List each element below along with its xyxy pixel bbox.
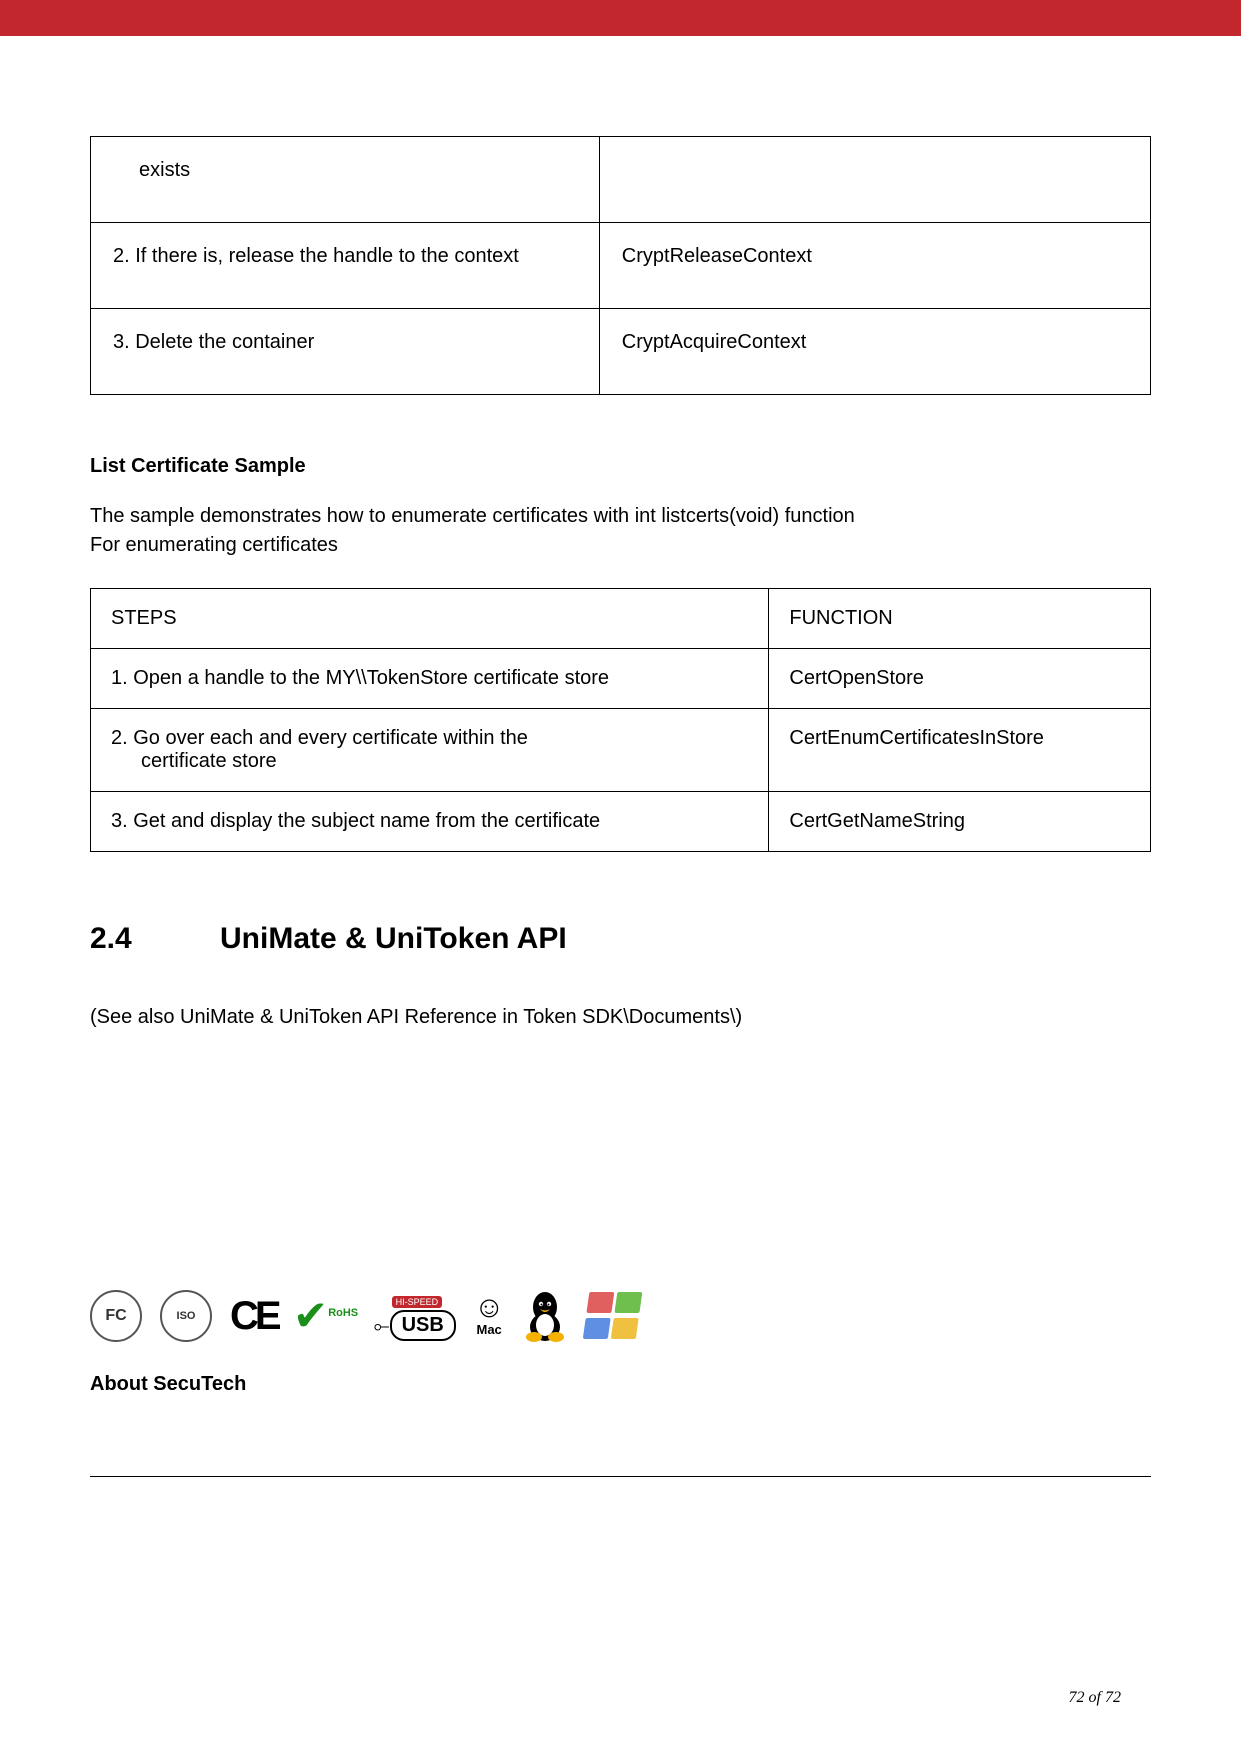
- cell-line: 2. Go over each and every certificate wi…: [111, 727, 528, 749]
- cell-func: CryptAcquireContext: [599, 309, 1150, 395]
- section-title: UniMate & UniToken API: [220, 922, 567, 955]
- cell-step: 1. Open a handle to the MY\\TokenStore c…: [91, 649, 769, 709]
- check-icon: ✔: [293, 1303, 328, 1328]
- page: exists 2. If there is, release the handl…: [0, 0, 1241, 1755]
- table-listcert: STEPS FUNCTION 1. Open a handle to the M…: [90, 588, 1151, 852]
- footer-rule: [90, 1476, 1151, 1477]
- cell-step: exists: [91, 137, 600, 223]
- cell-func: [599, 137, 1150, 223]
- paragraph-line: The sample demonstrates how to enumerate…: [90, 505, 855, 527]
- mac-face-icon: ☺: [474, 1291, 505, 1324]
- page-number: 72 of 72: [1069, 1689, 1121, 1707]
- paragraph-line: For enumerating certificates: [90, 534, 338, 556]
- cell-text: exists: [113, 159, 190, 182]
- cell-step: 2. If there is, release the handle to th…: [91, 223, 600, 309]
- usb-text: USB: [390, 1310, 456, 1341]
- cell-step: 3. Get and display the subject name from…: [91, 792, 769, 852]
- cell-step: 3. Delete the container: [91, 309, 600, 395]
- table-row: 1. Open a handle to the MY\\TokenStore c…: [91, 649, 1151, 709]
- header-steps: STEPS: [91, 589, 769, 649]
- table-row: 2. Go over each and every certificate wi…: [91, 709, 1151, 792]
- section-number: 2.4: [90, 922, 220, 956]
- table-row: exists: [91, 137, 1151, 223]
- page-content: exists 2. If there is, release the handl…: [0, 36, 1241, 1396]
- linux-icon: [522, 1289, 568, 1343]
- table-row: 3. Get and display the subject name from…: [91, 792, 1151, 852]
- cell-func: CryptReleaseContext: [599, 223, 1150, 309]
- rohs-icon: ✔ RoHS: [296, 1303, 356, 1328]
- cell-step: 2. Go over each and every certificate wi…: [91, 709, 769, 792]
- table-context: exists 2. If there is, release the handl…: [90, 136, 1151, 395]
- page-current: 72: [1069, 1689, 1085, 1706]
- rohs-label: RoHS: [328, 1307, 358, 1319]
- cell-func: CertEnumCertificatesInStore: [769, 709, 1151, 792]
- section-heading: 2.4UniMate & UniToken API: [90, 922, 1151, 956]
- logo-row: FC ISO CE ✔ RoHS HI-SPEED ⟜USB ☺ Mac: [90, 1289, 1151, 1343]
- fc-icon: FC: [90, 1290, 142, 1342]
- header-bar: [0, 0, 1241, 36]
- cell-func: CertOpenStore: [769, 649, 1151, 709]
- about-heading: About SecuTech: [90, 1373, 1151, 1396]
- table-row: 3. Delete the container CryptAcquireCont…: [91, 309, 1151, 395]
- iso-icon: ISO: [160, 1290, 212, 1342]
- paragraph-desc: The sample demonstrates how to enumerate…: [90, 502, 1151, 560]
- table-header-row: STEPS FUNCTION: [91, 589, 1151, 649]
- header-function: FUNCTION: [769, 589, 1151, 649]
- iso-text: ISO: [160, 1290, 212, 1342]
- fc-text: FC: [90, 1290, 142, 1342]
- cell-line: certificate store: [111, 750, 277, 772]
- subheading-list-cert: List Certificate Sample: [90, 455, 1151, 478]
- see-also: (See also UniMate & UniToken API Referen…: [90, 1006, 1151, 1029]
- windows-icon: [586, 1292, 642, 1340]
- ce-icon: CE: [230, 1294, 278, 1339]
- page-total: 72: [1105, 1689, 1121, 1706]
- mac-icon: ☺ Mac: [474, 1296, 505, 1337]
- cell-func: CertGetNameString: [769, 792, 1151, 852]
- usb-icon: HI-SPEED ⟜USB: [374, 1292, 456, 1341]
- mac-label: Mac: [474, 1322, 505, 1337]
- table-row: 2. If there is, release the handle to th…: [91, 223, 1151, 309]
- usb-hispeed: HI-SPEED: [392, 1296, 443, 1308]
- page-of: of: [1089, 1689, 1101, 1706]
